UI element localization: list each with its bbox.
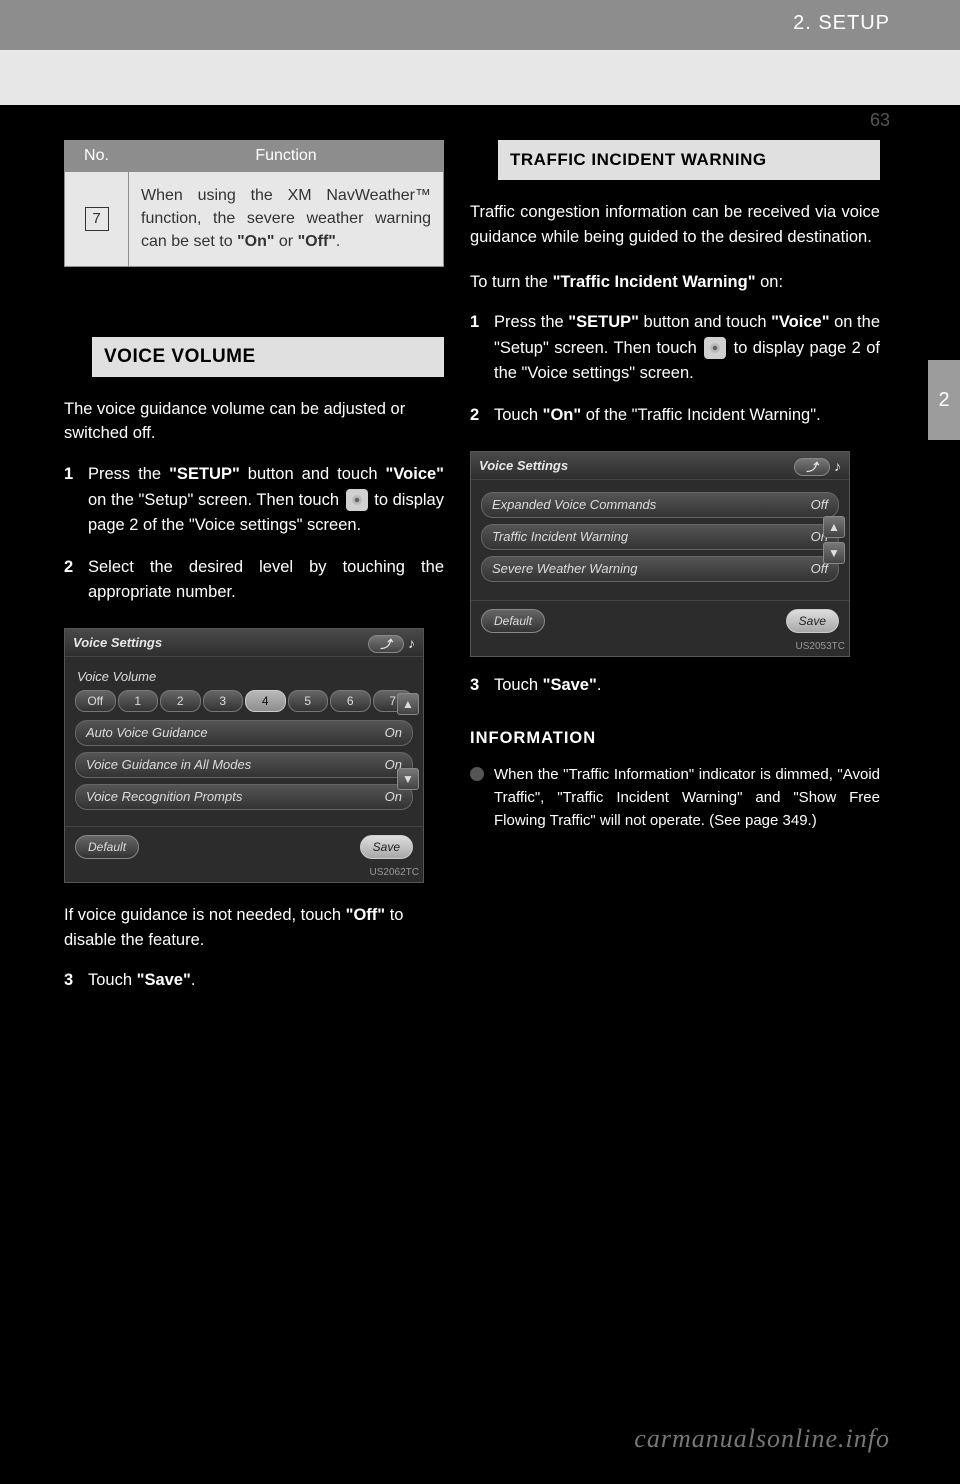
td-function: When using the XM NavWeather™ function, … (129, 172, 444, 267)
setting-row[interactable]: Traffic Incident WarningOn (481, 524, 839, 550)
heading-black-block (64, 337, 92, 377)
shot-title: Voice Settings (479, 458, 568, 473)
voice-volume-heading: VOICE VOLUME (64, 337, 444, 377)
music-note-icon: ♪ (834, 458, 841, 474)
shot-code: US2062TC (65, 867, 423, 882)
shot-footer: Default Save (471, 600, 849, 641)
shot-footer: Default Save (65, 826, 423, 867)
scroll-arrows: ▲ ▼ (397, 693, 419, 790)
right-column: TRAFFIC INCIDENT WARNING Traffic congest… (470, 140, 880, 833)
top-bar: 2. SETUP (0, 0, 960, 50)
function-table: No. Function 7 When using the XM NavWeat… (64, 140, 444, 267)
traffic-intro: Traffic congestion information can be re… (470, 200, 880, 250)
back-icon[interactable]: ⤴ (368, 635, 404, 653)
setting-row[interactable]: Expanded Voice CommandsOff (481, 492, 839, 518)
arrow-up-icon[interactable]: ▲ (823, 516, 845, 538)
information-bullet: When the "Traffic Information" indicator… (470, 763, 880, 833)
vol-2-button[interactable]: 2 (160, 690, 201, 712)
th-function: Function (129, 141, 444, 172)
save-button[interactable]: Save (786, 609, 839, 633)
back-icon[interactable]: ⤴ (794, 458, 830, 476)
shot-titlebar: Voice Settings ♪ ⤴ (65, 629, 423, 657)
step-1-left: 1 Press the "SETUP" button and touch "Vo… (64, 462, 444, 539)
number-box-icon: 7 (85, 207, 109, 231)
information-title: INFORMATION (470, 726, 880, 751)
setting-row[interactable]: Severe Weather WarningOff (481, 556, 839, 582)
vol-off-button[interactable]: Off (75, 690, 116, 712)
volume-row: Off 1 2 3 4 5 6 7 (75, 690, 413, 712)
traffic-incident-heading: TRAFFIC INCIDENT WARNING (470, 140, 880, 180)
td-no: 7 (65, 172, 129, 267)
default-button[interactable]: Default (75, 835, 139, 859)
enable-line: To turn the "Traffic Incident Warning" o… (470, 270, 880, 295)
heading-black-block (470, 140, 498, 180)
setting-row[interactable]: Auto Voice GuidanceOn (75, 720, 413, 746)
arrow-down-icon[interactable]: ▼ (397, 768, 419, 790)
vol-6-button[interactable]: 6 (330, 690, 371, 712)
voice-settings-screenshot-right: Voice Settings ♪ ⤴ Expanded Voice Comman… (470, 451, 850, 657)
step-2-left: 2 Select the desired level by touching t… (64, 555, 444, 606)
vol-4-button[interactable]: 4 (245, 690, 286, 712)
page-number: 63 (870, 110, 890, 131)
shot-body: Expanded Voice CommandsOff Traffic Incid… (471, 480, 849, 600)
default-button[interactable]: Default (481, 609, 545, 633)
side-tab: 2 (928, 360, 960, 440)
chapter-label: 2. SETUP (793, 12, 890, 35)
arrow-up-icon[interactable]: ▲ (397, 693, 419, 715)
step-3-right: 3 Touch "Save". (470, 673, 880, 699)
th-no: No. (65, 141, 129, 172)
vol-1-button[interactable]: 1 (118, 690, 159, 712)
sub-bar: 63 (0, 50, 960, 105)
arrow-down-icon[interactable]: ▼ (823, 542, 845, 564)
shot-code: US2053TC (471, 641, 849, 656)
information-text: When the "Traffic Information" indicator… (494, 763, 880, 833)
step-3-left: 3 Touch "Save". (64, 968, 444, 994)
vol-5-button[interactable]: 5 (288, 690, 329, 712)
left-column: No. Function 7 When using the XM NavWeat… (64, 140, 444, 994)
shot-voice-volume-label: Voice Volume (77, 669, 413, 684)
heading-label: VOICE VOLUME (92, 337, 444, 377)
shot-title: Voice Settings (73, 635, 162, 650)
step-2-right: 2 Touch "On" of the "Traffic Incident Wa… (470, 403, 880, 429)
voice-settings-screenshot-left: Voice Settings ♪ ⤴ Voice Volume Off 1 2 … (64, 628, 424, 883)
bullet-dot-icon (470, 767, 484, 781)
disc-icon (704, 337, 726, 359)
shot-titlebar: Voice Settings ♪ ⤴ (471, 452, 849, 480)
music-note-icon: ♪ (408, 635, 415, 651)
save-button[interactable]: Save (360, 835, 413, 859)
page: 2. SETUP 63 2 No. Function 7 When using … (0, 0, 960, 1484)
side-tab-label: 2 (938, 389, 949, 412)
setting-row[interactable]: Voice Guidance in All ModesOn (75, 752, 413, 778)
heading-label: TRAFFIC INCIDENT WARNING (498, 140, 880, 180)
vol-3-button[interactable]: 3 (203, 690, 244, 712)
watermark: carmanualsonline.info (634, 1424, 890, 1454)
setting-row[interactable]: Voice Recognition PromptsOn (75, 784, 413, 810)
shot-body: Voice Volume Off 1 2 3 4 5 6 7 Auto Voic… (65, 657, 423, 826)
voice-volume-intro: The voice guidance volume can be adjuste… (64, 397, 444, 447)
disc-icon (346, 489, 368, 511)
scroll-arrows: ▲ ▼ (823, 516, 845, 564)
step-1-right: 1 Press the "SETUP" button and touch "Vo… (470, 310, 880, 387)
after-shot-para: If voice guidance is not needed, touch "… (64, 903, 444, 953)
